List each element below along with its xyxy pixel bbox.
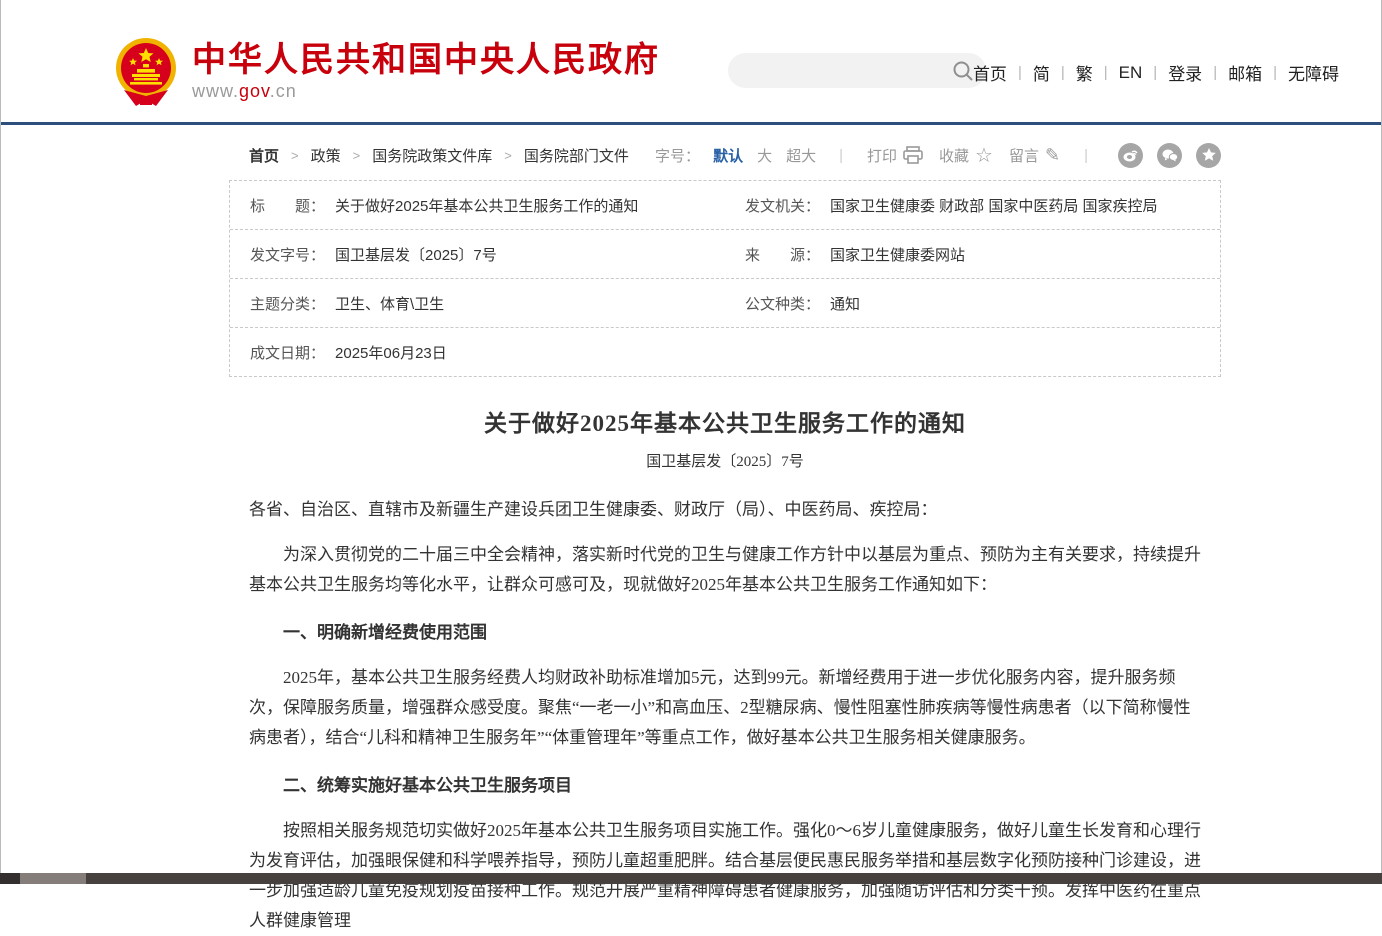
site-logo[interactable]: 中华人民共和国中央人民政府 www.gov.cn <box>114 36 660 108</box>
qzone-share-icon[interactable] <box>1196 143 1221 168</box>
main-content: 首页 > 政策 > 国务院政策文件库 > 国务院部门文件 字号： 默认 大 超大… <box>229 142 1221 936</box>
nav-simplified[interactable]: 简 <box>1033 60 1050 85</box>
pencil-icon: ✎ <box>1045 145 1060 166</box>
nav-home[interactable]: 首页 <box>973 60 1007 85</box>
comment-button[interactable]: 留言 ✎ <box>1009 145 1060 166</box>
meta-value: 国卫基层发〔2025〕7号 <box>335 244 497 265</box>
site-url: www.gov.cn <box>192 81 660 102</box>
paragraph-salutation: 各省、自治区、直辖市及新疆生产建设兵团卫生健康委、财政厅（局）、中医药局、疾控局… <box>249 495 1201 525</box>
section-heading-1: 一、明确新增经费使用范围 <box>249 618 1201 648</box>
meta-value: 通知 <box>830 293 860 314</box>
meta-row: 成文日期： 2025年06月23日 <box>230 328 1220 376</box>
breadcrumb-policy[interactable]: 政策 <box>311 145 341 166</box>
print-button[interactable]: 打印 <box>867 145 923 166</box>
site-header: 中华人民共和国中央人民政府 www.gov.cn 首页| 简| 繁| EN| 登… <box>1 0 1381 125</box>
paragraph: 2025年，基本公共卫生服务经费人均财政补助标准增加5元，达到99元。新增经费用… <box>249 663 1201 753</box>
paragraph: 为深入贯彻党的二十届三中全会精神，落实新时代党的卫生与健康工作方针中以基层为重点… <box>249 540 1201 600</box>
printer-icon <box>903 146 923 164</box>
meta-label: 来 源： <box>745 244 820 265</box>
document-meta-table: 标 题： 关于做好2025年基本公共卫生服务工作的通知 发文机关： 国家卫生健康委 … <box>229 180 1221 377</box>
document-body: 各省、自治区、直辖市及新疆生产建设兵团卫生健康委、财政厅（局）、中医药局、疾控局… <box>249 495 1201 936</box>
meta-label: 公文种类： <box>745 293 820 314</box>
weibo-share-icon[interactable] <box>1118 143 1143 168</box>
meta-value: 卫生、体育\卫生 <box>335 293 444 314</box>
meta-row: 主题分类： 卫生、体育\卫生 公文种类： 通知 <box>230 279 1220 328</box>
meta-label: 发文字号： <box>250 244 325 265</box>
section-heading-2: 二、统筹实施好基本公共卫生服务项目 <box>249 771 1201 801</box>
wechat-share-icon[interactable] <box>1157 143 1182 168</box>
site-title: 中华人民共和国中央人民政府 <box>192 42 660 78</box>
share-icons <box>1104 143 1221 168</box>
meta-value: 国家卫生健康委 财政部 国家中医药局 国家疾控局 <box>830 195 1158 216</box>
star-icon: ☆ <box>975 143 993 168</box>
chevron-right-icon: > <box>504 148 512 163</box>
favorite-button[interactable]: 收藏 ☆ <box>939 143 993 168</box>
font-size-label: 字号： <box>655 145 700 166</box>
chevron-right-icon: > <box>353 148 361 163</box>
meta-value: 2025年06月23日 <box>335 342 447 363</box>
meta-label: 成文日期： <box>250 342 325 363</box>
search-icon[interactable] <box>952 60 974 82</box>
breadcrumb: 首页 > 政策 > 国务院政策文件库 > 国务院部门文件 <box>249 145 629 166</box>
font-size-default-button[interactable]: 默认 <box>713 145 743 166</box>
meta-value: 国家卫生健康委网站 <box>830 244 965 265</box>
breadcrumb-home[interactable]: 首页 <box>249 145 279 166</box>
meta-value: 关于做好2025年基本公共卫生服务工作的通知 <box>335 195 638 216</box>
meta-label: 发文机关： <box>745 195 820 216</box>
document-toolbar: 字号： 默认 大 超大 | 打印 收藏 ☆ 留言 ✎ | <box>655 143 1221 168</box>
meta-label: 主题分类： <box>250 293 325 314</box>
search-input[interactable] <box>728 53 952 88</box>
font-size-xlarge-button[interactable]: 超大 <box>786 145 816 166</box>
breadcrumb-policy-library[interactable]: 国务院政策文件库 <box>372 145 492 166</box>
top-nav: 首页| 简| 繁| EN| 登录| 邮箱| 无障碍 <box>973 60 1339 85</box>
document-title: 关于做好2025年基本公共卫生服务工作的通知 <box>249 404 1201 438</box>
chevron-right-icon: > <box>291 148 299 163</box>
nav-mail[interactable]: 邮箱 <box>1228 60 1262 85</box>
horizontal-scrollbar[interactable] <box>0 873 1382 884</box>
document-number: 国卫基层发〔2025〕7号 <box>249 450 1201 471</box>
nav-login[interactable]: 登录 <box>1168 60 1202 85</box>
search-box[interactable] <box>728 53 986 88</box>
scrollbar-thumb[interactable] <box>20 873 86 884</box>
document-article: 关于做好2025年基本公共卫生服务工作的通知 国卫基层发〔2025〕7号 各省、… <box>229 404 1221 936</box>
meta-row: 发文字号： 国卫基层发〔2025〕7号 来 源： 国家卫生健康委网站 <box>230 230 1220 279</box>
nav-english[interactable]: EN <box>1119 63 1143 83</box>
meta-label: 标 题： <box>250 195 325 216</box>
meta-row: 标 题： 关于做好2025年基本公共卫生服务工作的通知 发文机关： 国家卫生健康委 … <box>230 181 1220 230</box>
breadcrumb-department-documents[interactable]: 国务院部门文件 <box>524 145 629 166</box>
font-size-large-button[interactable]: 大 <box>757 145 772 166</box>
nav-accessibility[interactable]: 无障碍 <box>1288 60 1339 85</box>
nav-traditional[interactable]: 繁 <box>1076 60 1093 85</box>
national-emblem-icon <box>114 36 178 108</box>
